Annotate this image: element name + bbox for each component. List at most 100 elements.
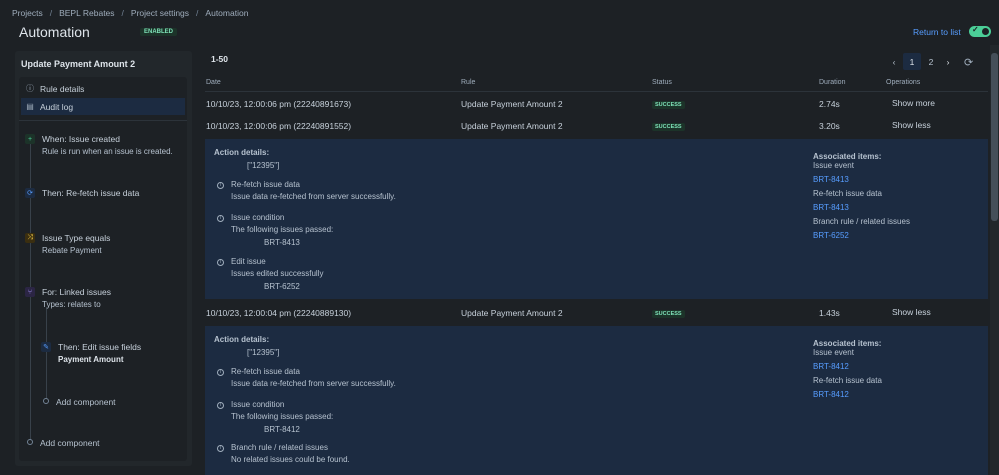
document-icon: ▤: [26, 102, 34, 111]
step-subtitle: Payment Amount: [58, 355, 124, 364]
breadcrumb-separator: /: [121, 8, 124, 18]
breadcrumb-bepl-rebates[interactable]: BEPL Rebates: [59, 8, 114, 18]
info-icon: i: [217, 182, 224, 189]
header-divider: [205, 91, 988, 92]
refresh-icon[interactable]: ⟳: [964, 56, 973, 69]
trigger-issue-created[interactable]: + When: Issue created Rule is run when a…: [25, 134, 185, 160]
pencil-icon: ✎: [41, 342, 51, 352]
action-details-heading: Action details:: [214, 335, 270, 344]
action-message: The following issues passed:: [231, 225, 334, 234]
rule-enabled-toggle[interactable]: ✓: [969, 25, 991, 37]
info-icon: i: [217, 215, 224, 222]
issue-key: BRT-6252: [264, 282, 300, 291]
row-rule: Update Payment Amount 2: [461, 121, 563, 131]
page-title: Automation: [19, 24, 90, 40]
action-refetch-issue-data[interactable]: ⟳ Then: Re-fetch issue data: [25, 188, 185, 200]
breadcrumb: Projects / BEPL Rebates / Project settin…: [12, 8, 248, 18]
action-title: Re-fetch issue data: [231, 180, 300, 189]
action-details-heading: Action details:: [214, 148, 270, 157]
step-title: Then: Edit issue fields: [58, 342, 142, 352]
breadcrumb-projects[interactable]: Projects: [12, 8, 43, 18]
issue-keys: ["12395"]: [247, 348, 280, 357]
row-rule: Update Payment Amount 2: [461, 308, 563, 318]
action-message: Issue data re-fetched from server succes…: [231, 379, 396, 388]
issue-keys: ["12395"]: [247, 161, 280, 170]
column-header-rule: Rule: [461, 79, 476, 86]
toggle-knob: [982, 28, 989, 35]
rule-outline: ⓘ Rule details ▤ Audit log + When: Issue…: [19, 77, 187, 461]
breadcrumb-automation[interactable]: Automation: [205, 8, 248, 18]
scrollbar-thumb[interactable]: [991, 53, 998, 221]
show-more-button[interactable]: Show more: [892, 98, 935, 108]
info-icon: i: [217, 445, 224, 452]
nav-label: Audit log: [40, 101, 74, 112]
column-header-operations: Operations: [886, 79, 921, 86]
action-message: No related issues could be found.: [231, 455, 350, 464]
issue-link[interactable]: BRT-8413: [813, 203, 849, 212]
step-title: Then: Re-fetch issue data: [42, 188, 140, 198]
add-component-dot: [43, 398, 49, 404]
step-subtitle: Rule is run when an issue is created.: [42, 147, 173, 156]
scrollbar[interactable]: [990, 45, 999, 475]
associated-label: Issue event: [813, 348, 854, 357]
action-message: Issue data re-fetched from server succes…: [231, 192, 396, 201]
issue-link[interactable]: BRT-8412: [813, 390, 849, 399]
column-header-status: Status: [652, 79, 672, 86]
show-less-button[interactable]: Show less: [892, 307, 931, 317]
return-to-list-link[interactable]: Return to list: [913, 27, 961, 37]
associated-label: Branch rule / related issues: [813, 217, 910, 226]
status-badge: SUCCESS: [652, 123, 685, 131]
action-edit-issue-fields[interactable]: ✎ Then: Edit issue fields Payment Amount: [41, 342, 181, 368]
info-icon: i: [217, 369, 224, 376]
row-duration: 2.74s: [819, 99, 840, 109]
associated-label: Re-fetch issue data: [813, 189, 882, 198]
action-title: Issue condition: [231, 400, 285, 409]
condition-issue-type-equals[interactable]: ⤨ Issue Type equals Rebate Payment: [25, 233, 185, 259]
chevron-left-icon[interactable]: ‹: [887, 53, 901, 70]
add-component-root[interactable]: Add component: [40, 438, 100, 448]
breadcrumb-separator: /: [196, 8, 199, 18]
step-subtitle: Types: relates to: [42, 300, 101, 309]
breadcrumb-project-settings[interactable]: Project settings: [131, 8, 189, 18]
status-badge: SUCCESS: [652, 101, 685, 109]
chevron-right-icon[interactable]: ›: [941, 53, 955, 70]
page-1-button[interactable]: 1: [903, 53, 921, 70]
step-title: Issue Type equals: [42, 233, 111, 243]
issue-link[interactable]: BRT-8413: [813, 175, 849, 184]
row-rule: Update Payment Amount 2: [461, 99, 563, 109]
plus-icon: +: [25, 134, 35, 144]
row-date: 10/10/23, 12:00:06 pm (22240891552): [206, 121, 352, 131]
branch-icon: ⑂: [25, 287, 35, 297]
issue-link[interactable]: BRT-8412: [813, 362, 849, 371]
page-2-button[interactable]: 2: [923, 53, 939, 70]
action-message: Issues edited successfully: [231, 269, 324, 278]
issue-link[interactable]: BRT-6252: [813, 231, 849, 240]
shuffle-icon: ⤨: [25, 233, 35, 243]
status-badge: ENABLED: [140, 28, 178, 36]
associated-items-heading: Associated items:: [813, 339, 882, 348]
add-component-branch[interactable]: Add component: [56, 397, 116, 407]
nav-label: Rule details: [40, 83, 85, 94]
column-header-duration: Duration: [819, 79, 846, 86]
nav-audit-log[interactable]: ▤ Audit log: [21, 98, 185, 115]
associated-label: Re-fetch issue data: [813, 376, 882, 385]
action-details-panel: Action details: ["12395"] i Re-fetch iss…: [205, 326, 988, 475]
status-badge: SUCCESS: [652, 310, 685, 318]
step-subtitle: Rebate Payment: [42, 246, 102, 255]
action-details-panel: Action details: ["12395"] i Re-fetch iss…: [205, 139, 988, 299]
row-date: 10/10/23, 12:00:04 pm (22240889130): [206, 308, 352, 318]
rule-name: Update Payment Amount 2: [21, 59, 136, 69]
associated-label: Issue event: [813, 161, 854, 170]
row-date: 10/10/23, 12:00:06 pm (22240891673): [206, 99, 352, 109]
check-icon: ✓: [972, 25, 979, 34]
associated-items-heading: Associated items:: [813, 152, 882, 161]
action-title: Edit issue: [231, 257, 266, 266]
action-title: Issue condition: [231, 213, 285, 222]
action-title: Branch rule / related issues: [231, 443, 328, 452]
nav-rule-details[interactable]: ⓘ Rule details: [21, 80, 185, 97]
row-duration: 1.43s: [819, 308, 840, 318]
step-title: For: Linked issues: [42, 287, 111, 297]
show-less-button[interactable]: Show less: [892, 120, 931, 130]
branch-linked-issues[interactable]: ⑂ For: Linked issues Types: relates to: [25, 287, 185, 313]
action-title: Re-fetch issue data: [231, 367, 300, 376]
